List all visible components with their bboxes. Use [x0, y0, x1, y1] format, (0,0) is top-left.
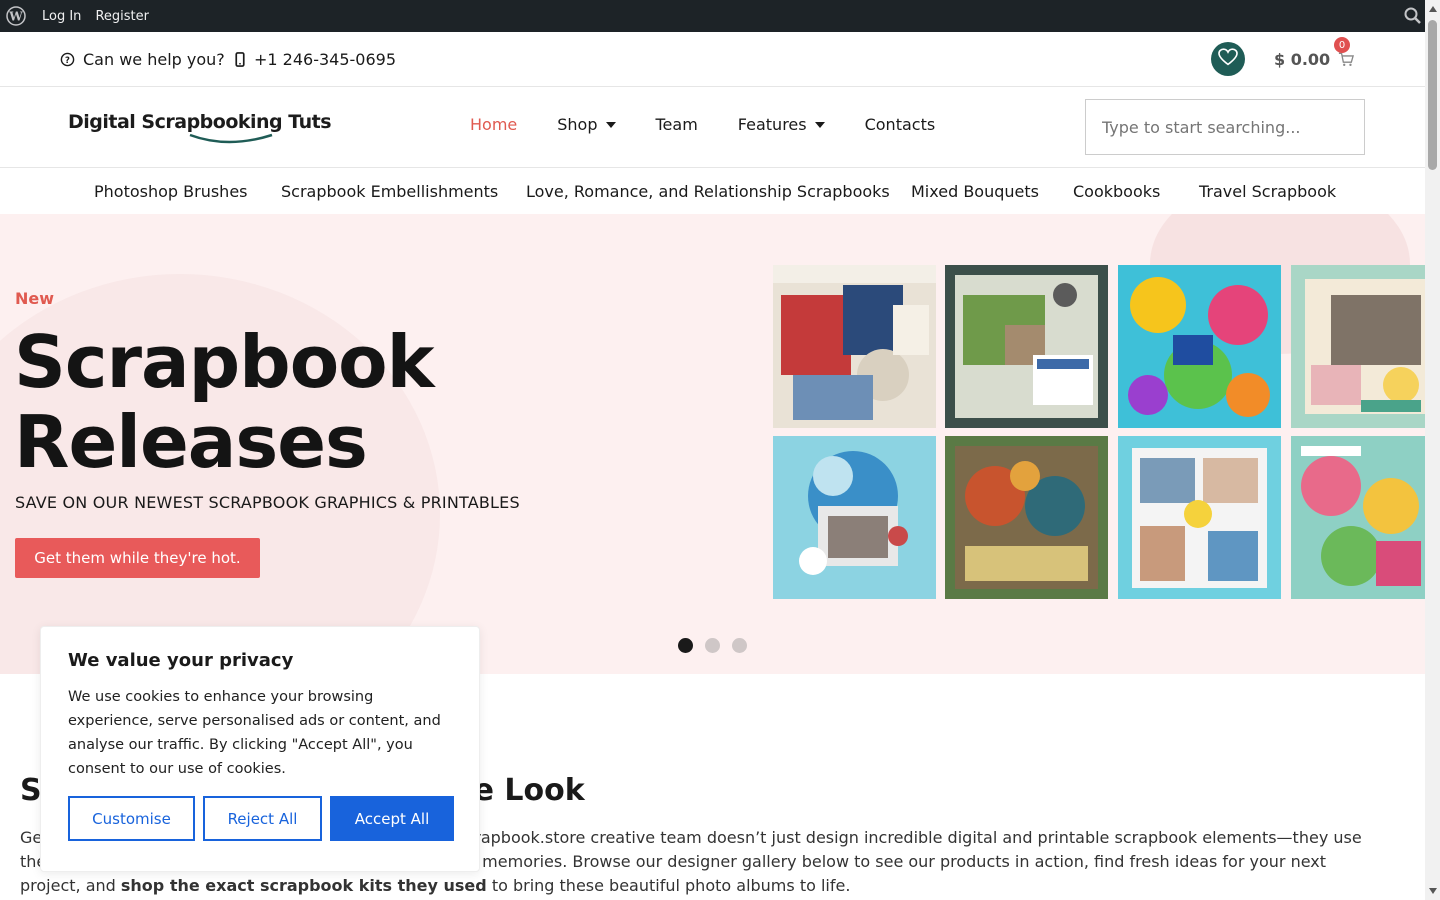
section-title-start: S	[20, 773, 42, 808]
login-link[interactable]: Log In	[42, 9, 81, 24]
nav-features-label: Features	[737, 115, 807, 134]
hero-title: Scrapbook Releases	[14, 322, 714, 482]
phone-link[interactable]: +1 246-345-0695	[234, 50, 396, 69]
caret-down-icon	[814, 121, 825, 128]
help-text: Can we help you?	[83, 50, 225, 69]
cart-icon	[1338, 52, 1355, 67]
section-text-end: to bring these beautiful photo albums to…	[486, 876, 851, 895]
hero-cta-button[interactable]: Get them while they're hot.	[15, 538, 260, 578]
main-nav: Home Shop Team Features Contacts	[470, 115, 975, 134]
logo-text: Digital Scrapbooking Tuts	[68, 111, 332, 133]
hero-subtitle: SAVE ON OUR NEWEST SCRAPBOOK GRAPHICS & …	[15, 493, 520, 512]
register-link[interactable]: Register	[95, 9, 149, 24]
nav-shop[interactable]: Shop	[557, 115, 616, 134]
hero-title-line1: Scrapbook	[14, 320, 435, 404]
site-logo[interactable]: Digital Scrapbooking Tuts	[68, 111, 332, 144]
cart-total: $ 0.00	[1274, 50, 1331, 69]
question-circle-icon: ?	[60, 52, 75, 67]
cart-count-badge: 0	[1334, 37, 1350, 53]
wishlist-button[interactable]	[1211, 42, 1245, 76]
mobile-phone-icon	[234, 52, 246, 67]
help-link[interactable]: ? Can we help you?	[60, 50, 225, 69]
slider-pagination	[678, 638, 759, 653]
cookie-title: We value your privacy	[68, 650, 294, 671]
nav-shop-label: Shop	[557, 115, 598, 134]
hero-title-line2: Releases	[14, 400, 368, 484]
search-input[interactable]	[1085, 99, 1365, 155]
scrollbar-thumb[interactable]	[1428, 20, 1437, 170]
scrapbook-kit-image[interactable]	[773, 265, 936, 428]
scrapbook-kit-image[interactable]	[1291, 265, 1425, 428]
svg-text:W: W	[8, 10, 23, 24]
scrapbook-kit-image[interactable]	[945, 436, 1108, 599]
cookie-body: We use cookies to enhance your browsing …	[68, 689, 441, 777]
nav-home[interactable]: Home	[470, 115, 517, 134]
heart-icon	[1218, 48, 1238, 70]
nav-features[interactable]: Features	[738, 115, 825, 134]
customise-button[interactable]: Customise	[68, 796, 195, 841]
section-text-bold: shop the exact scrapbook kits they used	[120, 876, 487, 895]
caret-down-icon	[605, 121, 616, 128]
cart-button[interactable]: $ 0.00 0	[1274, 37, 1355, 69]
hero-slider: New Scrapbook Releases SAVE ON OUR NEWES…	[0, 214, 1425, 674]
section-title-end: e Look	[473, 773, 585, 808]
scrapbook-kit-image[interactable]	[1291, 436, 1425, 599]
slider-dot-3[interactable]	[732, 638, 747, 653]
category-bar: Photoshop Brushes Scrapbook Embellishmen…	[0, 168, 1425, 214]
scrapbook-kit-image[interactable]	[1118, 265, 1281, 428]
nav-home-label: Home	[470, 115, 518, 134]
scrapbook-kit-image[interactable]	[1118, 436, 1281, 599]
nav-contacts[interactable]: Contacts	[865, 115, 936, 134]
category-mixed-bouquets[interactable]: Mixed Bouquets	[911, 182, 1039, 201]
category-cookbooks[interactable]: Cookbooks	[1073, 182, 1160, 201]
accept-all-button[interactable]: Accept All	[330, 796, 454, 841]
page-scrollbar[interactable]	[1425, 0, 1440, 900]
scrapbook-kit-image[interactable]	[773, 436, 936, 599]
category-photoshop-brushes[interactable]: Photoshop Brushes	[94, 182, 248, 201]
slider-dot-2[interactable]	[705, 638, 720, 653]
admin-bar: W Log In Register	[0, 0, 1440, 32]
cookie-buttons: Customise Reject All Accept All	[68, 796, 462, 841]
search-icon[interactable]	[1404, 7, 1422, 29]
wordpress-icon[interactable]: W	[0, 0, 32, 32]
scrapbook-kit-image[interactable]	[945, 265, 1108, 428]
scroll-down-icon[interactable]	[1429, 888, 1437, 894]
category-scrapbook-embellishments[interactable]: Scrapbook Embellishments	[281, 182, 498, 201]
logo-swoosh-icon	[189, 133, 273, 144]
nav-team-label: Team	[655, 115, 698, 134]
reject-all-button[interactable]: Reject All	[203, 796, 322, 841]
nav-contacts-label: Contacts	[864, 115, 936, 134]
top-info-bar: ? Can we help you? +1 246-345-0695 $ 0.0…	[0, 32, 1425, 87]
section-text-start: Ge	[20, 828, 43, 847]
phone-number: +1 246-345-0695	[254, 50, 397, 69]
site-header: Digital Scrapbooking Tuts Home Shop Team…	[0, 87, 1425, 168]
svg-text:?: ?	[65, 55, 70, 65]
nav-team[interactable]: Team	[656, 115, 698, 134]
hero-tag: New	[15, 289, 55, 308]
cookie-consent-banner: We value your privacy We use cookies to …	[40, 626, 480, 872]
slider-dot-1[interactable]	[678, 638, 693, 653]
category-travel-scrapbook[interactable]: Travel Scrapbook	[1199, 182, 1336, 201]
scroll-up-icon[interactable]	[1429, 6, 1437, 12]
category-love-romance[interactable]: Love, Romance, and Relationship Scrapboo…	[526, 182, 890, 201]
